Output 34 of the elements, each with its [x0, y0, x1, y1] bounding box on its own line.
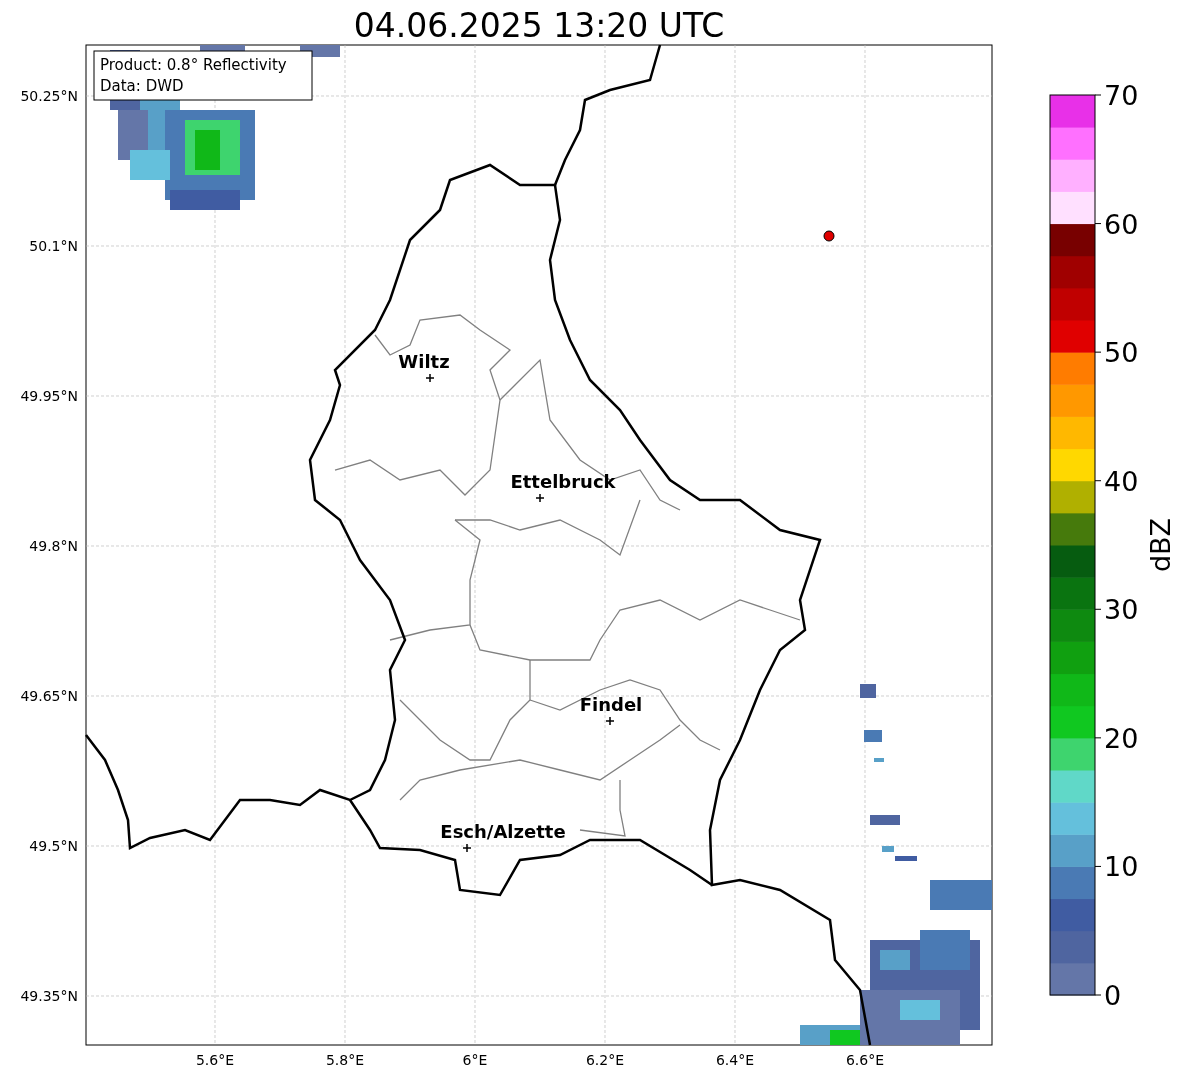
plus-marker-icon	[425, 373, 435, 383]
colorbar-tick-label: 60	[1104, 208, 1139, 240]
colorbar-tick-label: 10	[1104, 851, 1139, 883]
axis-tick-label: 49.65°N	[20, 688, 78, 704]
axis-tick-label: 49.95°N	[20, 388, 78, 404]
axis-tick-label: 6.6°E	[845, 1052, 885, 1068]
city-label: Wiltz	[398, 351, 450, 372]
info-text: Product: 0.8° Reflectivity	[100, 56, 287, 74]
axis-tick-label: 6.2°E	[585, 1052, 625, 1068]
city-label: Ettelbruck	[510, 471, 616, 492]
axis-tick-label: 5.8°E	[325, 1052, 365, 1068]
radar-site-marker	[823, 230, 835, 242]
colorbar-tick-label: 70	[1104, 80, 1139, 111]
colorbar-tick-label: 40	[1104, 465, 1139, 497]
colorbar-tick-label: 30	[1104, 594, 1139, 626]
city-label: Findel	[579, 694, 643, 715]
colorbar-tick-label: 20	[1104, 722, 1139, 754]
axis-tick-label: 6°E	[462, 1052, 488, 1068]
axis-tick-label: 49.8°N	[29, 538, 78, 554]
info-text: Data: DWD	[100, 77, 184, 95]
colorbar-tick-label: 0	[1104, 980, 1122, 1011]
axis-tick-label: 50.1°N	[29, 238, 78, 254]
colorbar-tick-label: 50	[1104, 337, 1139, 369]
axis-tick-label: 6.4°E	[715, 1052, 755, 1068]
plus-marker-icon	[605, 716, 615, 726]
colorbar-label: dBZ	[1145, 517, 1176, 573]
axis-tick-label: 50.25°N	[20, 88, 78, 104]
axis-tick-label: 49.35°N	[20, 988, 78, 1004]
city-label: Esch/Alzette	[440, 821, 566, 842]
axis-tick-label: 5.6°E	[195, 1052, 235, 1068]
axis-tick-label: 49.5°N	[29, 838, 78, 854]
plus-marker-icon	[462, 843, 472, 853]
chart-title: 04.06.2025 13:20 UTC	[353, 6, 725, 45]
plus-marker-icon	[535, 493, 545, 503]
